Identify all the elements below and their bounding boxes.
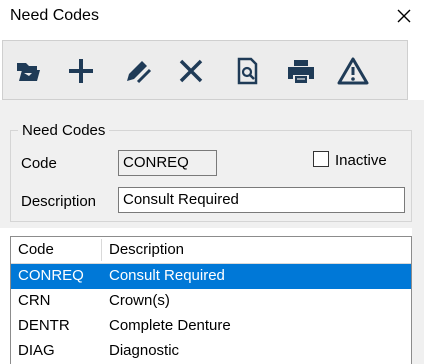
scroll-region: [412, 228, 424, 364]
plus-icon: [69, 59, 93, 83]
description-label: Description: [21, 193, 97, 210]
row-description: Diagnostic: [109, 342, 180, 359]
add-button[interactable]: [61, 51, 101, 91]
title-bar: Need Codes: [0, 0, 424, 34]
window-title: Need Codes: [10, 7, 99, 24]
row-code: DIAG: [18, 342, 55, 359]
folder-icon: [17, 63, 40, 81]
preview-button[interactable]: [227, 51, 267, 91]
description-field[interactable]: Consult Required: [118, 187, 405, 213]
x-icon: [179, 59, 203, 83]
list-item[interactable]: CRN Crown(s): [11, 289, 411, 314]
list-header: Code Description: [11, 237, 411, 264]
close-icon: [397, 9, 411, 23]
row-code: CONREQ: [18, 267, 84, 284]
edit-button[interactable]: [117, 51, 157, 91]
row-code: DENTR: [18, 317, 70, 334]
list-item[interactable]: DIAG Diagnostic: [11, 339, 411, 364]
row-description: Consult Required: [109, 267, 225, 284]
row-code: CRN: [18, 292, 51, 309]
print-button[interactable]: [281, 51, 321, 91]
codes-list[interactable]: Code Description CONREQ Consult Required…: [10, 236, 412, 364]
close-button[interactable]: [390, 2, 418, 30]
pencil-icon: [127, 61, 152, 84]
column-header-description[interactable]: Description: [109, 241, 184, 258]
code-label: Code: [21, 155, 57, 172]
group-label: Need Codes: [18, 122, 110, 139]
delete-button[interactable]: [171, 51, 211, 91]
list-item[interactable]: DENTR Complete Denture: [11, 314, 411, 339]
list-item[interactable]: CONREQ Consult Required: [11, 264, 411, 289]
preview-icon: [237, 57, 258, 85]
toolbar: [2, 40, 408, 100]
warning-icon: [337, 57, 369, 85]
printer-icon: [288, 60, 314, 83]
inactive-checkbox[interactable]: [313, 151, 329, 167]
code-field[interactable]: CONREQ: [118, 150, 217, 176]
warning-button[interactable]: [333, 51, 373, 91]
inactive-label: Inactive: [335, 152, 387, 169]
row-description: Complete Denture: [109, 317, 231, 334]
row-description: Crown(s): [109, 292, 170, 309]
open-button[interactable]: [9, 51, 49, 91]
column-divider[interactable]: [101, 239, 102, 261]
column-header-code[interactable]: Code: [18, 241, 54, 258]
